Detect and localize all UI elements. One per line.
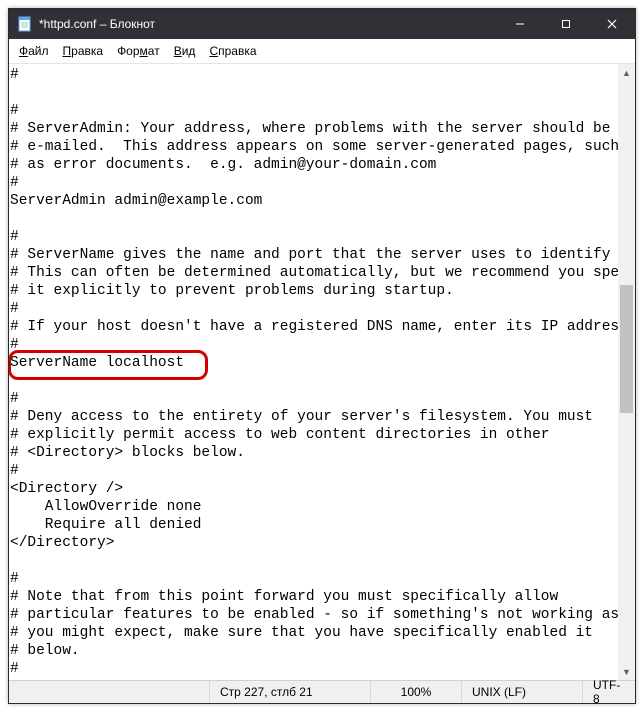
status-zoom: 100%	[370, 681, 461, 703]
vertical-scrollbar[interactable]: ▲ ▼	[618, 64, 635, 680]
scroll-down-icon[interactable]: ▼	[618, 663, 635, 680]
menu-help[interactable]: Справка	[203, 43, 262, 59]
menubar: Файл Правка Формат Вид Справка	[9, 39, 635, 64]
statusbar: Стр 227, стлб 21 100% UNIX (LF) UTF-8	[9, 680, 635, 703]
notepad-icon	[17, 16, 33, 32]
status-position: Стр 227, стлб 21	[209, 681, 370, 703]
window-title: *httpd.conf – Блокнот	[39, 17, 155, 31]
close-button[interactable]	[589, 9, 635, 39]
menu-format[interactable]: Формат	[111, 43, 166, 59]
notepad-window: *httpd.conf – Блокнот Файл Правка Формат…	[8, 8, 636, 704]
editor-area: # # # ServerAdmin: Your address, where p…	[9, 64, 635, 680]
titlebar[interactable]: *httpd.conf – Блокнот	[9, 9, 635, 39]
menu-view[interactable]: Вид	[168, 43, 202, 59]
text-editor[interactable]: # # # ServerAdmin: Your address, where p…	[9, 64, 618, 680]
status-eol: UNIX (LF)	[461, 681, 582, 703]
scroll-track[interactable]	[618, 81, 635, 663]
menu-edit[interactable]: Правка	[57, 43, 110, 59]
scroll-thumb[interactable]	[620, 285, 633, 413]
scroll-up-icon[interactable]: ▲	[618, 64, 635, 81]
minimize-button[interactable]	[497, 9, 543, 39]
maximize-button[interactable]	[543, 9, 589, 39]
menu-file[interactable]: Файл	[13, 43, 55, 59]
status-empty	[9, 681, 209, 703]
status-encoding: UTF-8	[582, 681, 635, 703]
